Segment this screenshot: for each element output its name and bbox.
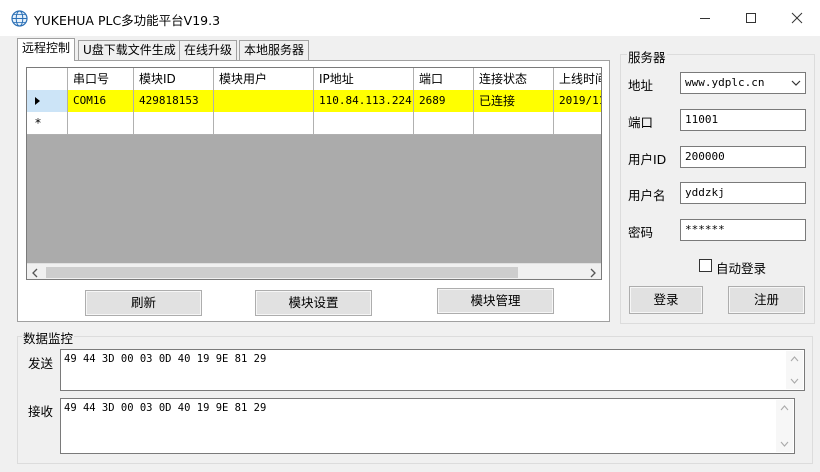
scrollbar-thumb[interactable] (46, 267, 518, 278)
new-row-marker: * (27, 112, 68, 135)
send-label: 发送 (28, 356, 54, 371)
cell-empty[interactable] (68, 112, 134, 135)
register-button[interactable]: 注册 (728, 286, 805, 314)
cell-empty[interactable] (474, 112, 554, 135)
send-vertical-scrollbar[interactable] (786, 351, 803, 389)
port-input[interactable]: 11001 (680, 109, 806, 131)
receive-label: 接收 (28, 404, 54, 419)
cell-empty[interactable] (554, 112, 601, 135)
scroll-up-icon[interactable] (780, 404, 789, 411)
receive-textarea[interactable]: 49 44 3D 00 03 0D 40 19 9E 81 29 (60, 398, 795, 454)
port-label: 端口 (628, 115, 654, 130)
username-label: 用户名 (628, 188, 666, 203)
column-header[interactable]: 连接状态 (474, 68, 554, 91)
module-manage-button[interactable]: 模块管理 (437, 288, 554, 314)
column-header[interactable]: IP地址 (314, 68, 414, 91)
tab-usb-file-gen[interactable]: U盘下载文件生成 (78, 40, 181, 60)
scroll-right-icon[interactable] (588, 268, 598, 278)
scroll-down-icon[interactable] (790, 378, 799, 385)
scroll-left-icon[interactable] (30, 268, 40, 278)
grid-corner (27, 68, 68, 91)
cell-online-time[interactable]: 2019/11/ (554, 90, 601, 113)
cell-module-id[interactable]: 429818153 (134, 90, 214, 113)
close-button[interactable] (774, 0, 820, 36)
scroll-up-icon[interactable] (790, 355, 799, 362)
receive-vertical-scrollbar[interactable] (776, 400, 793, 452)
minimize-button[interactable] (682, 0, 728, 36)
auto-login-label[interactable]: 自动登录 (716, 258, 766, 277)
cell-empty[interactable] (214, 112, 314, 135)
monitor-group-title: 数据监控 (22, 328, 75, 347)
auto-login-checkbox[interactable] (699, 259, 712, 272)
module-settings-button[interactable]: 模块设置 (255, 290, 372, 316)
userid-label: 用户ID (628, 152, 667, 167)
userid-input[interactable]: 200000 (680, 146, 806, 168)
receive-value: 49 44 3D 00 03 0D 40 19 9E 81 29 (64, 402, 267, 414)
globe-icon (11, 10, 28, 27)
cell-connection-status[interactable]: 已连接 (474, 90, 554, 113)
maximize-icon (746, 13, 756, 23)
tab-online-upgrade[interactable]: 在线升级 (179, 40, 238, 60)
maximize-button[interactable] (728, 0, 774, 36)
send-value: 49 44 3D 00 03 0D 40 19 9E 81 29 (64, 353, 267, 365)
cell-module-user[interactable] (214, 90, 314, 113)
send-textarea[interactable]: 49 44 3D 00 03 0D 40 19 9E 81 29 (60, 349, 805, 391)
login-button[interactable]: 登录 (629, 286, 703, 314)
address-label: 地址 (628, 78, 654, 93)
cell-port[interactable]: 2689 (414, 90, 474, 113)
refresh-button[interactable]: 刷新 (85, 290, 202, 316)
username-input[interactable]: yddzkj (680, 182, 806, 204)
close-icon (791, 12, 803, 24)
module-grid[interactable]: 串口号 模块ID 模块用户 IP地址 端口 连接状态 上线时间 COM16 42… (26, 67, 602, 280)
column-header[interactable]: 模块用户 (214, 68, 314, 91)
cell-empty[interactable] (134, 112, 214, 135)
row-pointer-icon (35, 97, 40, 105)
cell-empty[interactable] (414, 112, 474, 135)
tab-local-server[interactable]: 本地服务器 (239, 40, 310, 60)
chevron-down-icon[interactable] (791, 79, 801, 87)
column-header[interactable]: 上线时间 (554, 68, 601, 91)
column-header[interactable]: 串口号 (68, 68, 134, 91)
minimize-icon (700, 18, 710, 19)
row-selector[interactable] (27, 90, 68, 113)
cell-empty[interactable] (314, 112, 414, 135)
column-header[interactable]: 端口 (414, 68, 474, 91)
scroll-down-icon[interactable] (780, 441, 789, 448)
cell-com-port[interactable]: COM16 (68, 90, 134, 113)
window-title: YUKEHUA PLC多功能平台V19.3 (34, 13, 221, 28)
server-group-title: 服务器 (627, 47, 667, 66)
cell-ip-address[interactable]: 110.84.113.224 (314, 90, 414, 113)
column-header[interactable]: 模块ID (134, 68, 214, 91)
tab-remote-control[interactable]: 远程控制 (17, 38, 76, 61)
password-label: 密码 (628, 225, 654, 240)
address-select[interactable]: www.ydplc.cn (680, 72, 806, 94)
horizontal-scrollbar[interactable] (27, 263, 601, 279)
password-input[interactable]: ****** (680, 219, 806, 241)
address-value: www.ydplc.cn (685, 76, 765, 89)
